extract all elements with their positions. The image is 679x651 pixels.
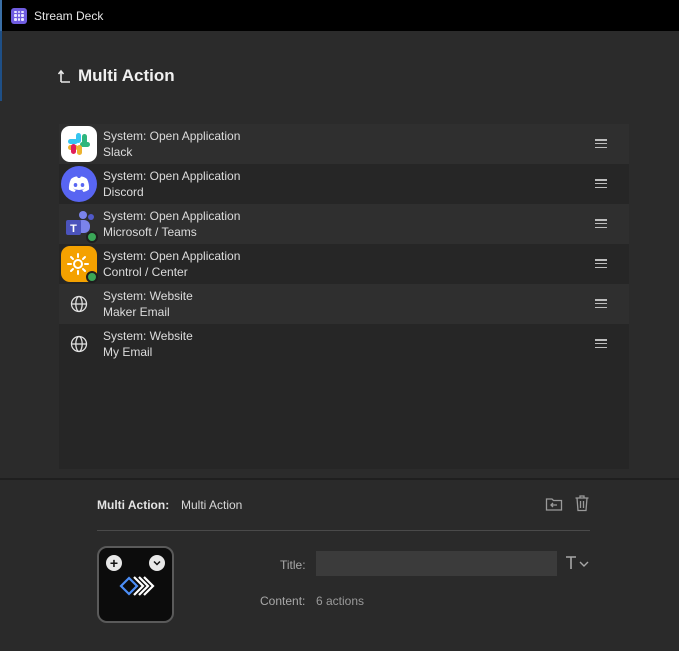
action-type: System: Open Application bbox=[103, 249, 241, 263]
action-target: Control / Center bbox=[103, 265, 188, 279]
slack-icon bbox=[61, 126, 97, 162]
content-label: Content: bbox=[260, 594, 306, 608]
page-header: Multi Action bbox=[58, 66, 175, 86]
plus-icon[interactable]: + bbox=[106, 555, 122, 571]
action-row-my-email[interactable]: System: Website My Email bbox=[59, 324, 629, 364]
window-title: Stream Deck bbox=[34, 8, 104, 23]
drag-handle-icon[interactable] bbox=[595, 299, 607, 308]
action-type: System: Website bbox=[103, 289, 193, 303]
globe-icon bbox=[61, 326, 97, 362]
multi-action-name: Multi Action bbox=[181, 498, 243, 512]
drag-handle-icon[interactable] bbox=[595, 339, 607, 348]
action-target: Maker Email bbox=[103, 305, 170, 319]
action-row-discord[interactable]: System: Open Application Discord bbox=[59, 164, 629, 204]
action-row-slack[interactable]: System: Open Application Slack bbox=[59, 124, 629, 164]
content-value: 6 actions bbox=[316, 594, 365, 608]
key-preview[interactable]: + bbox=[97, 546, 174, 623]
action-row-teams[interactable]: T System: Open Application Microsoft / T… bbox=[59, 204, 629, 244]
text-format-icon[interactable] bbox=[565, 554, 591, 572]
action-type: System: Open Application bbox=[103, 169, 241, 183]
drag-handle-icon[interactable] bbox=[595, 139, 607, 148]
action-type: System: Website bbox=[103, 329, 193, 343]
multi-action-icon bbox=[119, 576, 155, 596]
action-type: System: Open Application bbox=[103, 209, 241, 223]
action-target: Microsoft / Teams bbox=[103, 225, 197, 239]
action-row-control-center[interactable]: System: Open Application Control / Cente… bbox=[59, 244, 629, 284]
stream-deck-logo-icon bbox=[11, 7, 27, 24]
status-indicator-icon bbox=[86, 271, 98, 283]
action-row-maker-email[interactable]: System: Website Maker Email bbox=[59, 284, 629, 324]
control-center-icon bbox=[61, 246, 98, 283]
arrow-up-left-icon[interactable] bbox=[58, 67, 72, 85]
discord-icon bbox=[61, 166, 97, 202]
chevron-down-icon[interactable] bbox=[149, 555, 165, 571]
drag-handle-icon[interactable] bbox=[595, 259, 607, 268]
title-bar: Stream Deck bbox=[0, 0, 679, 31]
action-list: System: Open Application Slack System: O… bbox=[59, 124, 629, 469]
teams-icon: T bbox=[61, 206, 98, 243]
page-title: Multi Action bbox=[78, 66, 175, 85]
title-input[interactable] bbox=[316, 551, 557, 576]
property-inspector: Multi Action: Multi Action + Title: Cont… bbox=[0, 478, 679, 651]
status-indicator-icon bbox=[86, 231, 98, 243]
title-label: Title: bbox=[280, 558, 306, 572]
action-target: Slack bbox=[103, 145, 133, 159]
multi-action-label: Multi Action: bbox=[97, 498, 170, 512]
action-target: My Email bbox=[103, 345, 153, 359]
folder-back-icon[interactable] bbox=[545, 495, 563, 513]
drag-handle-icon[interactable] bbox=[595, 179, 607, 188]
divider bbox=[97, 530, 590, 531]
svg-text:T: T bbox=[70, 223, 77, 235]
globe-icon bbox=[61, 286, 97, 322]
action-target: Discord bbox=[103, 185, 144, 199]
action-type: System: Open Application bbox=[103, 129, 241, 143]
drag-handle-icon[interactable] bbox=[595, 219, 607, 228]
trash-icon[interactable] bbox=[574, 494, 590, 512]
window-edge bbox=[0, 31, 2, 101]
